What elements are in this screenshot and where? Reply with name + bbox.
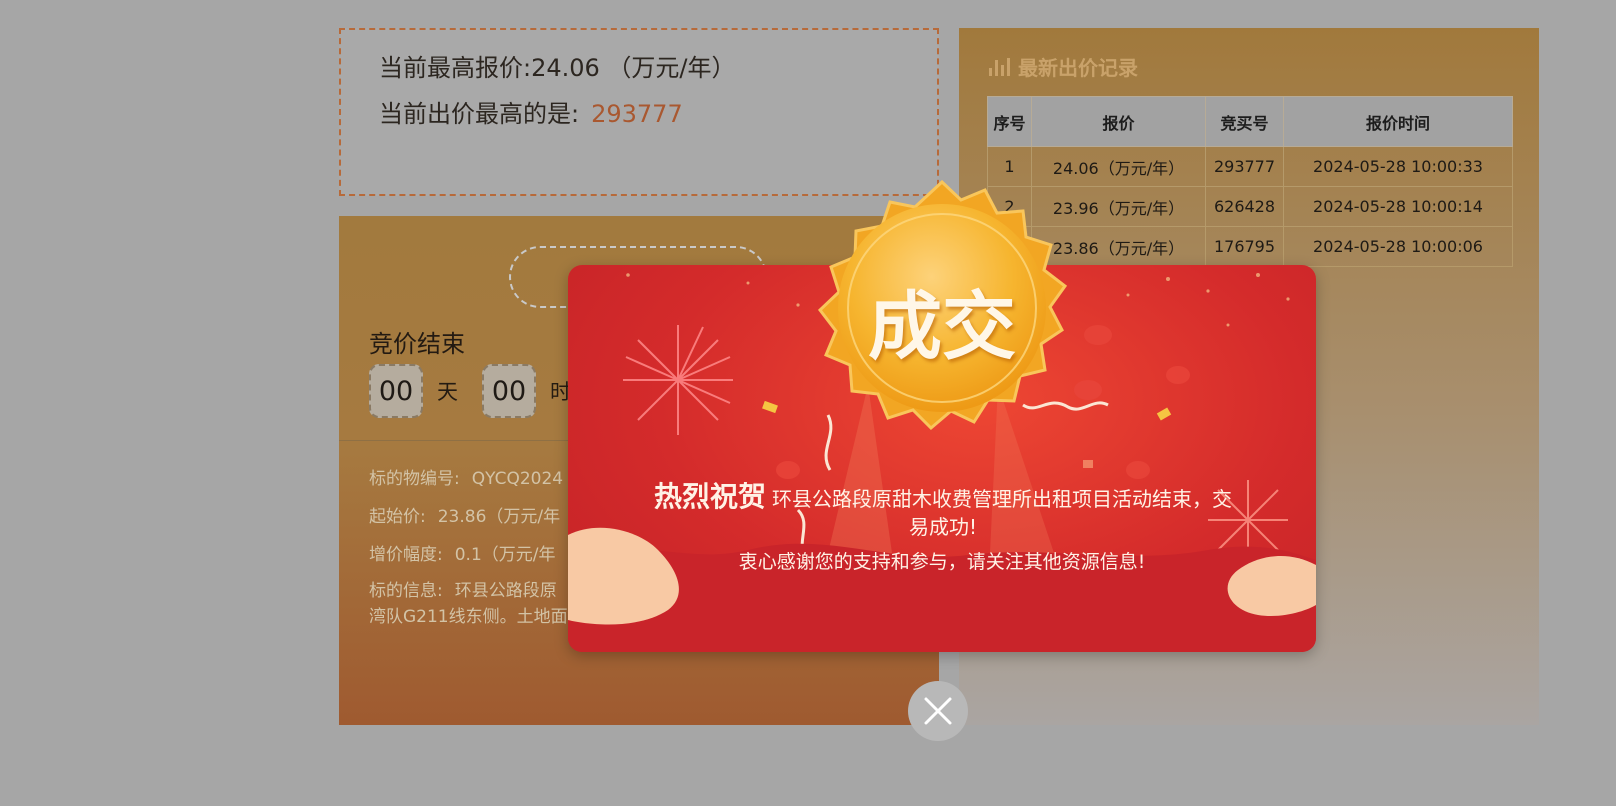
cell-bidder: 293777: [1205, 146, 1284, 187]
cell-bidder: 176795: [1205, 226, 1284, 267]
info-value: 0.1（万元/年: [454, 545, 556, 565]
top-bidder-line: 当前出价最高的是: 293777: [379, 94, 683, 129]
countdown: 00 天 00 时: [369, 364, 595, 418]
highest-bid-value: 24.06 （万元/年）: [531, 54, 736, 82]
table-header-row: 序号 报价 竞买号 报价时间: [987, 96, 1513, 147]
highest-bid-line: 当前最高报价:24.06 （万元/年）: [379, 48, 736, 83]
top-bidder-label: 当前出价最高的是:: [379, 100, 580, 128]
thanks-message: 衷心感谢您的支持和参与，请关注其他资源信息!: [738, 551, 1146, 573]
congrats-message: 热烈祝贺 环县公路段原甜木收费管理所出租项目活动结束，交易成功!: [648, 483, 1238, 541]
info-increment: 增价幅度: 0.1（万元/年: [369, 540, 556, 565]
info-start-price: 起始价: 23.86（万元/年: [369, 502, 560, 527]
current-price-box: 当前最高报价:24.06 （万元/年） 当前出价最高的是: 293777: [339, 28, 939, 196]
bar-chart-icon: [989, 57, 1010, 76]
highest-bid-label: 当前最高报价:: [379, 54, 532, 82]
countdown-hours: 00: [482, 364, 536, 418]
info-value: QYCQ2024: [471, 469, 564, 489]
close-icon: [924, 697, 952, 725]
info-value: 环县公路段原: [454, 581, 557, 601]
medal-text: 成交: [868, 283, 1016, 370]
deal-medal: 成交: [798, 179, 1086, 452]
countdown-days-unit: 天: [437, 380, 458, 404]
records-title: 最新出价记录: [989, 52, 1138, 81]
top-bidder-value: 293777: [591, 100, 683, 128]
info-label: 增价幅度:: [369, 545, 443, 565]
congrats-heading: 热烈祝贺: [653, 480, 766, 513]
congrats-text: 环县公路段原甜木收费管理所出租项目活动结束，交易成功!: [772, 487, 1232, 539]
cell-bidder: 626428: [1205, 186, 1284, 227]
info-label: 起始价:: [369, 507, 426, 527]
auction-status: 竞价结束: [369, 330, 465, 358]
cell-time: 2024-05-28 10:00:14: [1283, 186, 1513, 227]
countdown-days: 00: [369, 364, 423, 418]
close-modal-button[interactable]: [908, 681, 968, 741]
cell-time: 2024-05-28 10:00:06: [1283, 226, 1513, 267]
info-value: 23.86（万元/年: [437, 507, 561, 527]
info-label: 标的信息:: [369, 581, 443, 601]
info-label: 标的物编号:: [369, 469, 460, 489]
col-header-price: 报价: [1031, 96, 1206, 147]
info-value-line2: 湾队G211线东侧。土地面: [369, 607, 568, 627]
col-header-bidder: 竞买号: [1205, 96, 1284, 147]
col-header-time: 报价时间: [1283, 96, 1513, 147]
info-item-number: 标的物编号: QYCQ2024: [369, 464, 563, 489]
col-header-index: 序号: [987, 96, 1032, 147]
records-title-text: 最新出价记录: [1018, 56, 1138, 80]
cell-time: 2024-05-28 10:00:33: [1283, 146, 1513, 187]
